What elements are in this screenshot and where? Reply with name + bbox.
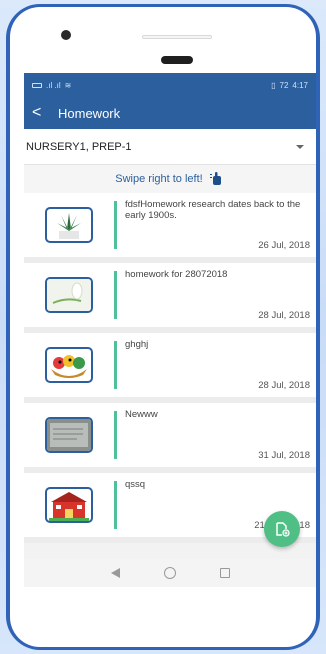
homework-card[interactable]: homework for 28072018 28 Jul, 2018: [24, 263, 316, 333]
birds-icon: [45, 347, 93, 383]
flower-icon: [45, 277, 93, 313]
chevron-down-icon[interactable]: [296, 144, 304, 149]
add-homework-button[interactable]: [264, 511, 300, 547]
homework-title: homework for 28072018: [125, 269, 228, 280]
homework-title: fdsfHomework research dates back to the …: [125, 199, 301, 221]
homework-card[interactable]: fdsfHomework research dates back to the …: [24, 193, 316, 263]
nav-recent-apps-icon[interactable]: [219, 568, 230, 578]
homework-date: 28 Jul, 2018: [258, 380, 310, 391]
earpiece: [161, 56, 193, 64]
photo-icon: [45, 417, 93, 453]
homework-list: fdsfHomework research dates back to the …: [24, 193, 316, 543]
nav-back-icon[interactable]: [110, 568, 120, 578]
battery-level: 72: [279, 80, 289, 90]
notification-icon: [32, 82, 42, 88]
homework-title: ghghj: [125, 339, 149, 350]
system-nav-bar: [24, 559, 316, 587]
back-arrow-icon[interactable]: <: [32, 104, 52, 122]
add-file-icon: [276, 522, 290, 537]
swipe-hand-icon: [209, 172, 221, 185]
phone-body: .ıl .ıl ≋ ▯ 72 4:17 < Homework NURSERY1,…: [10, 7, 316, 647]
status-bar: .ıl .ıl ≋ ▯ 72 4:17: [24, 73, 316, 97]
signal-icon: .ıl .ıl: [46, 80, 61, 90]
plant-icon: [45, 207, 93, 243]
class-selector[interactable]: NURSERY1, PREP-1: [24, 129, 316, 165]
wifi-icon: ≋: [64, 80, 72, 90]
swipe-hint: Swipe right to left!: [24, 165, 316, 193]
phone-top-bezel: [10, 7, 316, 69]
status-time: 4:17: [292, 80, 308, 90]
app-screen: .ıl .ıl ≋ ▯ 72 4:17 < Homework NURSERY1,…: [24, 73, 316, 587]
swipe-hint-text: Swipe right to left!: [115, 173, 203, 185]
app-bar: < Homework: [24, 97, 316, 129]
homework-title: Newww: [125, 409, 158, 420]
school-icon: [45, 487, 93, 523]
homework-card[interactable]: Newww 31 Jul, 2018: [24, 403, 316, 473]
homework-date: 26 Jul, 2018: [258, 240, 310, 251]
phone-frame: .ıl .ıl ≋ ▯ 72 4:17 < Homework NURSERY1,…: [6, 4, 320, 650]
class-selector-value: NURSERY1, PREP-1: [26, 140, 132, 153]
camera-icon: [61, 30, 71, 40]
speaker-grill: [142, 35, 212, 39]
homework-date: 28 Jul, 2018: [258, 310, 310, 321]
battery-icon: ▯: [271, 80, 276, 90]
nav-home-icon[interactable]: [163, 567, 176, 579]
page-title: Homework: [58, 105, 121, 121]
homework-title: qssq: [125, 479, 146, 490]
homework-date: 31 Jul, 2018: [258, 450, 310, 461]
homework-card[interactable]: ghghj 28 Jul, 2018: [24, 333, 316, 403]
